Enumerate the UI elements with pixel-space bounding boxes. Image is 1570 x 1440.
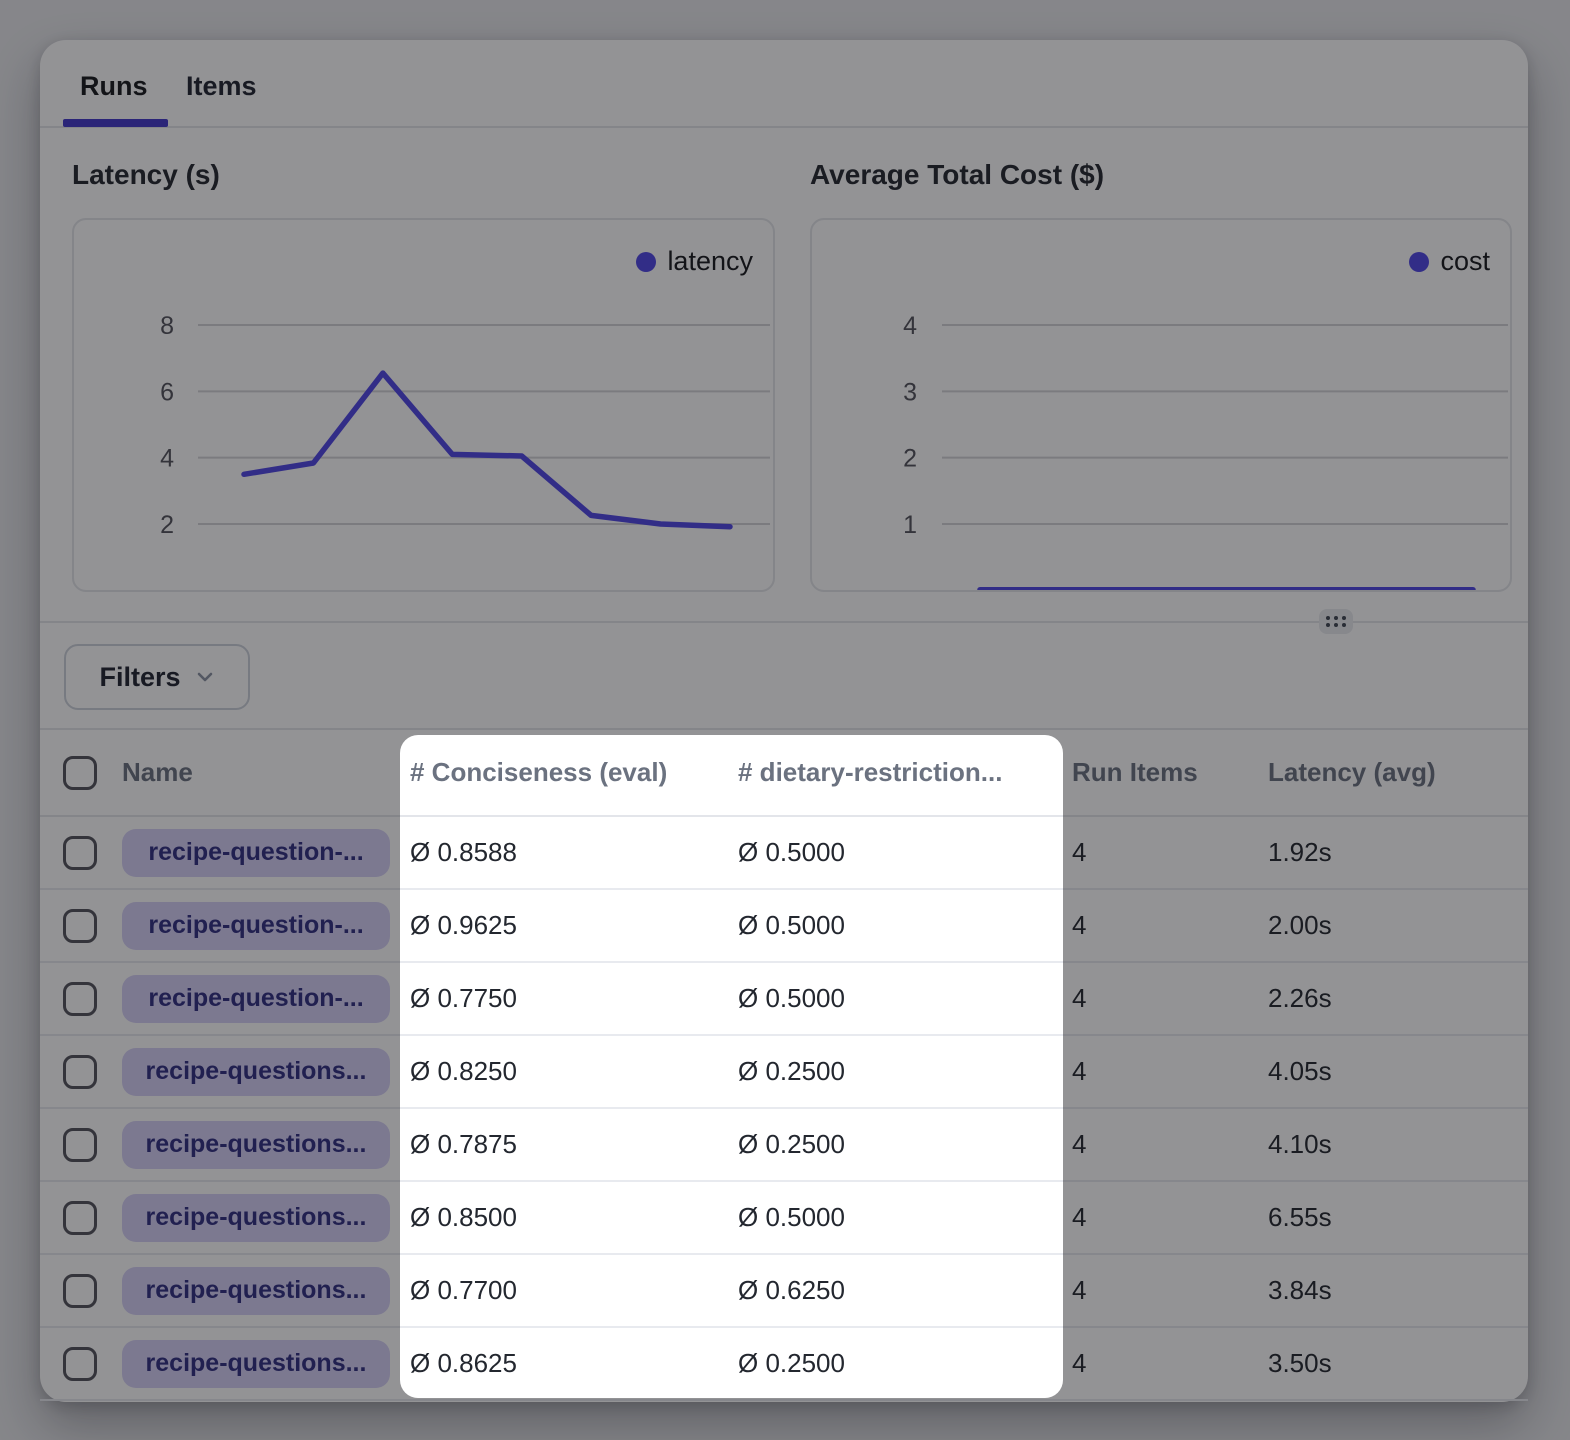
chevron-down-icon: [195, 667, 215, 687]
run-items-cell: 4: [1072, 963, 1086, 1034]
latency-chart-title: Latency (s): [72, 159, 220, 191]
svg-text:6: 6: [160, 378, 174, 406]
svg-text:3: 3: [903, 378, 917, 406]
active-tab-indicator: [63, 119, 168, 127]
column-header-conciseness: # Conciseness (eval): [410, 730, 667, 815]
tab-items[interactable]: Items: [186, 71, 257, 102]
table-body: recipe-question-... Ø 0.8588 Ø 0.5000 4 …: [40, 817, 1528, 1401]
cost-chart-title: Average Total Cost ($): [810, 159, 1104, 191]
dietary-restriction-score-cell: Ø 0.2500: [738, 1328, 845, 1399]
latency-avg-cell: 4.05s: [1268, 1036, 1332, 1107]
cost-line-plot: 4 3 2 1: [812, 220, 1510, 590]
row-checkbox[interactable]: [63, 982, 97, 1016]
latency-chart: 8 6 4 2 latency: [72, 218, 775, 592]
run-name-badge[interactable]: recipe-questions...: [122, 1340, 390, 1388]
latency-legend: latency: [636, 246, 753, 277]
table-row[interactable]: recipe-questions... Ø 0.7875 Ø 0.2500 4 …: [40, 1109, 1528, 1182]
svg-text:4: 4: [160, 445, 174, 473]
cost-legend-label: cost: [1440, 246, 1490, 277]
table-row[interactable]: recipe-questions... Ø 0.7700 Ø 0.6250 4 …: [40, 1255, 1528, 1328]
column-header-run-items: Run Items: [1072, 730, 1198, 815]
dietary-restriction-score-cell: Ø 0.5000: [738, 1182, 845, 1253]
resize-grip-handle[interactable]: [1319, 609, 1353, 634]
conciseness-score-cell: Ø 0.8588: [410, 817, 517, 888]
run-items-cell: 4: [1072, 817, 1086, 888]
row-checkbox[interactable]: [63, 909, 97, 943]
run-items-cell: 4: [1072, 1328, 1086, 1399]
row-checkbox[interactable]: [63, 1128, 97, 1162]
latency-avg-cell: 2.26s: [1268, 963, 1332, 1034]
latency-avg-cell: 2.00s: [1268, 890, 1332, 961]
latency-avg-cell: 3.84s: [1268, 1255, 1332, 1326]
filters-button-label: Filters: [99, 662, 180, 693]
table-row[interactable]: recipe-question-... Ø 0.9625 Ø 0.5000 4 …: [40, 890, 1528, 963]
select-all-checkbox[interactable]: [63, 756, 97, 790]
dietary-restriction-score-cell: Ø 0.2500: [738, 1109, 845, 1180]
table-row[interactable]: recipe-questions... Ø 0.8625 Ø 0.2500 4 …: [40, 1328, 1528, 1401]
dietary-restriction-score-cell: Ø 0.5000: [738, 817, 845, 888]
runs-panel-card: Runs Items Latency (s) Average Total Cos…: [40, 40, 1528, 1402]
filters-button[interactable]: Filters: [64, 644, 250, 710]
run-items-cell: 4: [1072, 1036, 1086, 1107]
row-checkbox[interactable]: [63, 1201, 97, 1235]
run-name-badge[interactable]: recipe-questions...: [122, 1048, 390, 1096]
column-header-dietary-restriction: # dietary-restriction...: [738, 730, 1002, 815]
latency-avg-cell: 1.92s: [1268, 817, 1332, 888]
run-items-cell: 4: [1072, 1109, 1086, 1180]
svg-text:2: 2: [160, 511, 174, 539]
conciseness-score-cell: Ø 0.8250: [410, 1036, 517, 1107]
latency-avg-cell: 6.55s: [1268, 1182, 1332, 1253]
conciseness-score-cell: Ø 0.7875: [410, 1109, 517, 1180]
run-name-badge[interactable]: recipe-question-...: [122, 829, 390, 877]
dietary-restriction-score-cell: Ø 0.5000: [738, 963, 845, 1034]
dietary-restriction-score-cell: Ø 0.6250: [738, 1255, 845, 1326]
column-header-latency-avg: Latency (avg): [1268, 730, 1436, 815]
latency-legend-label: latency: [667, 246, 753, 277]
conciseness-score-cell: Ø 0.8500: [410, 1182, 517, 1253]
latency-avg-cell: 3.50s: [1268, 1328, 1332, 1399]
run-name-badge[interactable]: recipe-questions...: [122, 1267, 390, 1315]
run-items-cell: 4: [1072, 1182, 1086, 1253]
run-name-badge[interactable]: recipe-questions...: [122, 1194, 390, 1242]
cost-legend-dot-icon: [1409, 252, 1429, 272]
svg-text:2: 2: [903, 445, 917, 473]
dietary-restriction-score-cell: Ø 0.2500: [738, 1036, 845, 1107]
latency-legend-dot-icon: [636, 252, 656, 272]
tab-runs[interactable]: Runs: [80, 71, 148, 102]
svg-text:8: 8: [160, 312, 174, 340]
runs-table: Name # Conciseness (eval) # dietary-rest…: [40, 728, 1528, 1401]
conciseness-score-cell: Ø 0.9625: [410, 890, 517, 961]
svg-text:1: 1: [903, 511, 917, 539]
table-row[interactable]: recipe-questions... Ø 0.8250 Ø 0.2500 4 …: [40, 1036, 1528, 1109]
tab-bar: Runs Items: [40, 40, 1528, 128]
row-checkbox[interactable]: [63, 836, 97, 870]
svg-text:4: 4: [903, 312, 917, 340]
run-items-cell: 4: [1072, 890, 1086, 961]
run-items-cell: 4: [1072, 1255, 1086, 1326]
cost-chart: 4 3 2 1 cost: [810, 218, 1512, 592]
run-name-badge[interactable]: recipe-questions...: [122, 1121, 390, 1169]
grip-dots-icon: [1326, 616, 1346, 627]
run-name-badge[interactable]: recipe-question-...: [122, 975, 390, 1023]
table-row[interactable]: recipe-question-... Ø 0.8588 Ø 0.5000 4 …: [40, 817, 1528, 890]
column-header-name: Name: [122, 730, 193, 815]
row-checkbox[interactable]: [63, 1055, 97, 1089]
row-checkbox[interactable]: [63, 1274, 97, 1308]
table-row[interactable]: recipe-question-... Ø 0.7750 Ø 0.5000 4 …: [40, 963, 1528, 1036]
table-row[interactable]: recipe-questions... Ø 0.8500 Ø 0.5000 4 …: [40, 1182, 1528, 1255]
cost-legend: cost: [1409, 246, 1490, 277]
conciseness-score-cell: Ø 0.8625: [410, 1328, 517, 1399]
table-header-row: Name # Conciseness (eval) # dietary-rest…: [40, 730, 1528, 817]
latency-avg-cell: 4.10s: [1268, 1109, 1332, 1180]
row-checkbox[interactable]: [63, 1347, 97, 1381]
conciseness-score-cell: Ø 0.7700: [410, 1255, 517, 1326]
charts-table-divider: [40, 621, 1528, 623]
page-background: Runs Items Latency (s) Average Total Cos…: [0, 0, 1570, 1440]
conciseness-score-cell: Ø 0.7750: [410, 963, 517, 1034]
dietary-restriction-score-cell: Ø 0.5000: [738, 890, 845, 961]
run-name-badge[interactable]: recipe-question-...: [122, 902, 390, 950]
